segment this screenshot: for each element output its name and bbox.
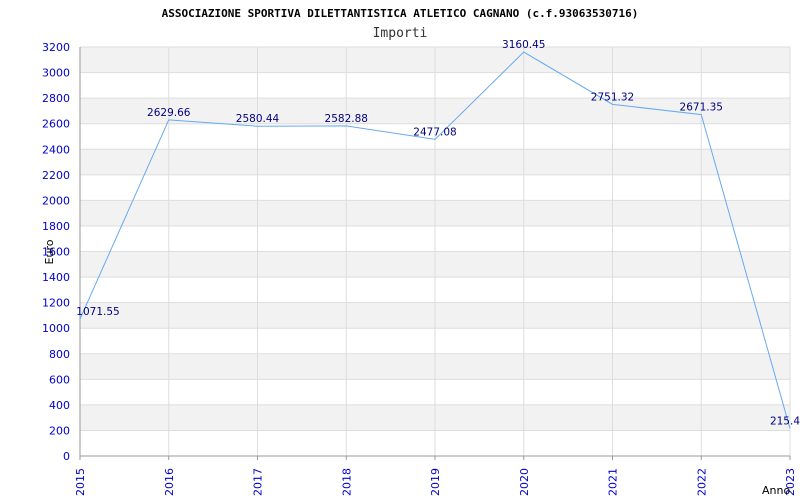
x-tick-label: 2020 [518, 468, 531, 496]
data-label: 2580.44 [236, 113, 280, 125]
y-tick-label: 1200 [42, 297, 70, 310]
x-tick-label: 2019 [429, 468, 442, 496]
y-tick-label: 3200 [42, 41, 70, 54]
y-tick-label: 2800 [42, 92, 70, 105]
x-tick-label: 2018 [340, 468, 353, 496]
y-tick-label: 2000 [42, 194, 70, 207]
y-axis-label: Euro [43, 239, 56, 264]
y-tick-label: 600 [49, 373, 70, 386]
y-tick-label: 400 [49, 399, 70, 412]
y-tick-label: 2400 [42, 143, 70, 156]
chart-title: ASSOCIAZIONE SPORTIVA DILETTANTISTICA AT… [162, 7, 639, 20]
data-label: 2671.35 [680, 102, 723, 114]
data-label: 3160.45 [502, 39, 545, 51]
x-axis-label: Anno [762, 484, 790, 497]
data-label: 2582.88 [325, 113, 368, 125]
chart-subtitle: Importi [373, 26, 428, 41]
data-label: 2477.08 [413, 126, 456, 138]
data-label: 2751.32 [591, 91, 634, 103]
x-tick-label: 2017 [252, 468, 265, 496]
x-tick-labels: 2015 2016 2017 2018 2019 2020 2021 2022 2023 [74, 468, 797, 496]
x-tick-label: 2016 [163, 468, 176, 496]
y-tick-label: 800 [49, 348, 70, 361]
x-tick-label: 2015 [74, 468, 87, 496]
y-tick-label: 200 [49, 424, 70, 437]
y-tick-label: 3000 [42, 67, 70, 80]
y-tick-label: 1800 [42, 220, 70, 233]
line-chart: 0200400600800100012001400160018002000220… [42, 7, 800, 497]
data-label: 2629.66 [147, 107, 191, 119]
y-tick-label: 2600 [42, 118, 70, 131]
y-tick-label: 0 [63, 450, 70, 463]
y-tick-label: 2200 [42, 169, 70, 182]
y-tick-label: 1400 [42, 271, 70, 284]
y-tick-label: 1000 [42, 322, 70, 335]
x-tick-label: 2022 [695, 468, 708, 496]
data-label: 215.4 [770, 415, 800, 427]
x-tick-label: 2021 [607, 468, 620, 496]
data-label: 1071.55 [76, 306, 119, 318]
